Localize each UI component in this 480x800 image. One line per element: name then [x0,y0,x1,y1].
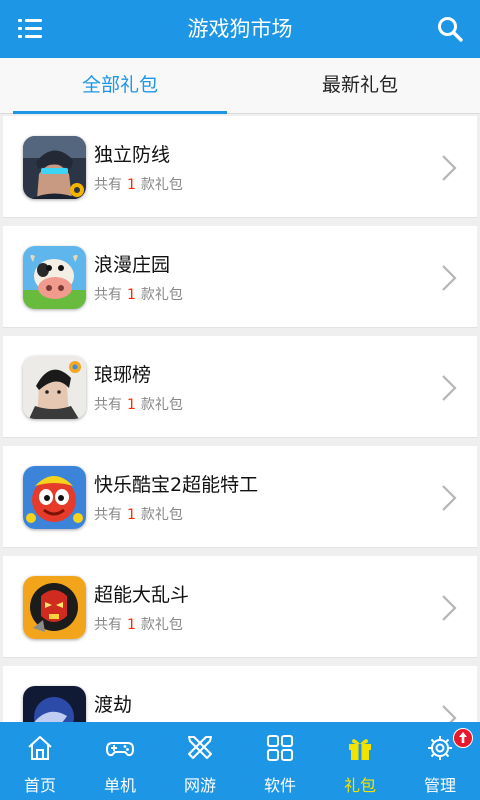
chevron-right-icon [442,155,457,181]
game-name: 独立防线 [94,144,171,166]
tab-all-gifts[interactable]: 全部礼包 [0,58,240,114]
list-item[interactable]: 快乐酷宝2超能特工 共有 1 款礼包 [3,446,477,548]
chevron-right-icon [442,485,457,511]
chevron-right-icon [442,705,457,722]
game-name: 超能大乱斗 [94,584,190,606]
game-thumbnail [23,686,86,722]
bottom-nav: 首页 单机 网游 软件 礼包 管理 [0,722,480,800]
game-name: 琅琊榜 [94,364,152,386]
nav-gifts[interactable]: 礼包 [320,722,400,800]
app-header: 游戏狗市场 [0,0,480,58]
list-item[interactable]: 琅琊榜 共有 1 款礼包 [3,336,477,438]
gift-count: 共有 1 款礼包 [94,397,183,413]
chevron-right-icon [442,265,457,291]
arrow-up-icon [459,732,467,743]
update-badge [453,728,473,748]
nav-label: 礼包 [343,776,376,795]
game-name: 快乐酷宝2超能特工 [94,474,259,496]
gift-count: 共有 1 款礼包 [94,617,183,633]
app-title: 游戏狗市场 [187,17,293,41]
game-name: 渡劫 [94,694,133,716]
game-thumbnail [23,356,86,419]
list-item[interactable]: 渡劫 [3,666,477,722]
game-name: 浪漫庄园 [94,254,171,276]
gift-list: 独立防线 共有 1 款礼包 浪漫庄园 共有 1 款礼包 琅琊榜 共有 1 款礼包… [0,114,480,722]
search-icon[interactable] [436,15,464,43]
chevron-right-icon [442,375,457,401]
game-thumbnail [23,136,86,199]
nav-label: 首页 [23,776,56,795]
nav-software[interactable]: 软件 [240,722,320,800]
nav-label: 单机 [103,776,136,795]
nav-label: 管理 [423,776,456,795]
home-icon [28,736,52,760]
game-thumbnail [23,576,86,639]
gift-count: 共有 1 款礼包 [94,177,183,193]
gamepad-icon [106,742,134,757]
gift-count: 共有 1 款礼包 [94,507,183,523]
list-item[interactable]: 浪漫庄园 共有 1 款礼包 [3,226,477,328]
tab-latest-gifts[interactable]: 最新礼包 [240,58,480,114]
nav-online-games[interactable]: 网游 [160,722,240,800]
nav-single-player[interactable]: 单机 [80,722,160,800]
nav-home[interactable]: 首页 [0,722,80,800]
gear-icon [428,736,452,760]
game-thumbnail [23,466,86,529]
list-item[interactable]: 超能大乱斗 共有 1 款礼包 [3,556,477,658]
gift-count: 共有 1 款礼包 [94,287,183,303]
nav-manage[interactable]: 管理 [400,722,480,800]
grid-icon [267,735,293,761]
nav-label: 软件 [263,776,296,795]
list-item[interactable]: 独立防线 共有 1 款礼包 [3,116,477,218]
nav-label: 网游 [183,776,216,795]
chevron-right-icon [442,595,457,621]
crossed-swords-icon [188,736,212,759]
gift-tabs: 全部礼包 最新礼包 [0,58,480,114]
gift-icon [349,739,371,760]
game-thumbnail [23,246,86,309]
